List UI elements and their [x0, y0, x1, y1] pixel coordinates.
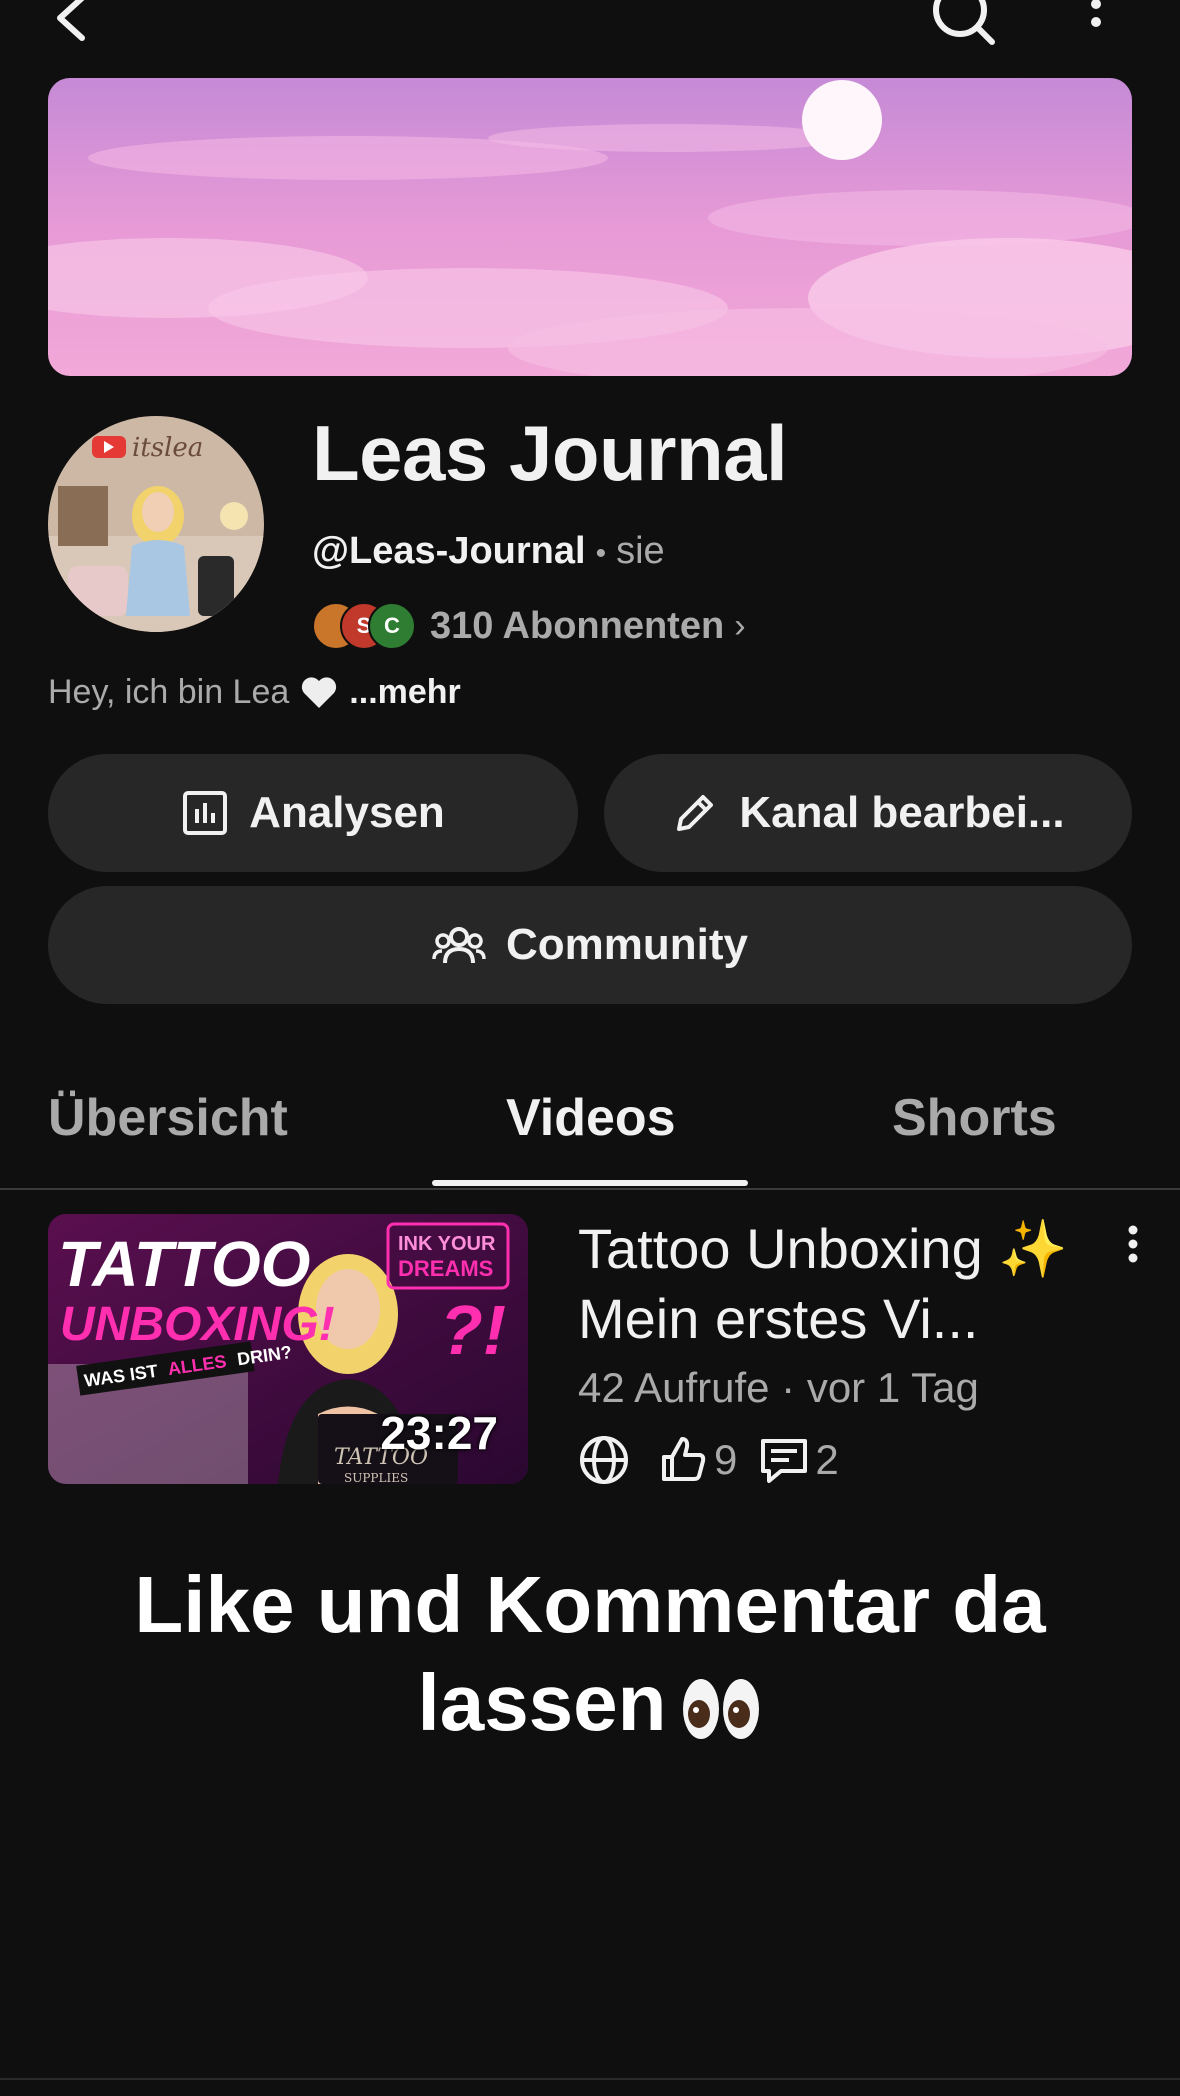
like-count: 9: [714, 1436, 738, 1483]
comment-stat: 2: [759, 1435, 839, 1485]
people-icon: [432, 927, 486, 964]
like-stat: 9: [658, 1435, 737, 1485]
video-stats: 9 2: [578, 1432, 861, 1488]
channel-handle: @Leas-Journal: [312, 530, 586, 572]
tab-videos[interactable]: Videos: [506, 1088, 676, 1148]
caption-line-2: lassen: [417, 1658, 667, 1747]
video-duration: 23:27: [380, 1407, 498, 1459]
video-views: 42 Aufrufe: [578, 1364, 770, 1411]
video-more-icon[interactable]: [1118, 1222, 1148, 1272]
active-tab-indicator: [432, 1180, 748, 1186]
community-button[interactable]: Community: [48, 886, 1132, 1004]
pencil-icon: [677, 795, 714, 831]
video-meta: 42 Aufrufe · vor 1 Tag: [578, 1364, 979, 1412]
bar-chart-icon: [183, 791, 228, 835]
analytics-button[interactable]: Analysen: [48, 754, 578, 872]
subscriber-avatars: S C: [312, 600, 422, 652]
caption-line-1: Like und Kommentar da: [134, 1560, 1046, 1649]
channel-name: Leas Journal: [312, 409, 788, 497]
white-heart-icon: [302, 677, 337, 708]
thumbnail-box-2: SUPPLIES: [344, 1471, 408, 1484]
community-button-label: Community: [506, 920, 748, 969]
thumbnail-badge-2: DREAMS: [398, 1256, 493, 1281]
channel-bio[interactable]: Hey, ich bin Lea ...mehr: [48, 672, 461, 712]
channel-tabs: Übersicht Videos Shorts: [0, 1070, 1180, 1190]
meta-separator: ·: [781, 1364, 796, 1411]
video-thumbnail[interactable]: TATTOO UNBOXING! WAS IST ALLES DRIN? INK…: [48, 1214, 528, 1484]
edit-channel-button[interactable]: Kanal bearbei...: [604, 754, 1132, 872]
separator-dot: •: [595, 537, 607, 570]
comment-count: 2: [815, 1436, 839, 1483]
thumbs-up-icon: [662, 1437, 706, 1481]
subscriber-row[interactable]: S C 310 Abonnenten ›: [312, 600, 746, 652]
tab-overview[interactable]: Übersicht: [48, 1088, 288, 1148]
chevron-left-icon[interactable]: [48, 0, 94, 44]
subscriber-count: 310 Abonnenten: [430, 604, 725, 647]
video-list-item[interactable]: TATTOO UNBOXING! WAS IST ALLES DRIN? INK…: [48, 1214, 1138, 1488]
globe-icon: [580, 1436, 628, 1484]
thumbnail-headline-2: UNBOXING!: [60, 1298, 335, 1351]
bio-more-link[interactable]: ...mehr: [349, 673, 460, 712]
video-age: vor 1 Tag: [806, 1364, 979, 1411]
bio-text: Hey, ich bin Lea: [48, 672, 290, 711]
channel-pronouns: sie: [616, 530, 665, 572]
thumbnail-marks: ?!: [440, 1291, 506, 1369]
channel-handle-row: @Leas-Journal • sie: [312, 530, 665, 573]
bottom-divider: [0, 2078, 1180, 2080]
edit-channel-button-label: Kanal bearbei...: [739, 788, 1065, 837]
subscriber-avatar: C: [368, 602, 416, 650]
chevron-right-icon: ›: [734, 606, 746, 645]
comment-icon: [761, 1439, 808, 1483]
top-bar: [0, 0, 1180, 70]
thumbnail-headline-1: TATTOO: [58, 1228, 310, 1300]
thumbnail-badge-1: INK YOUR: [398, 1233, 496, 1255]
caption-line-2-row: lassen: [0, 1654, 1180, 1752]
search-icon[interactable]: [928, 0, 998, 46]
avatar-logo-text: itslea: [132, 433, 203, 463]
overlay-caption: Like und Kommentar da lassen: [0, 1556, 1180, 1752]
channel-avatar[interactable]: itslea: [48, 416, 264, 632]
more-vertical-icon[interactable]: [1080, 0, 1112, 44]
visibility-status: [578, 1434, 636, 1486]
channel-banner: [48, 78, 1132, 376]
video-title[interactable]: Tattoo Unboxing ✨ Mein erstes Vi...: [578, 1214, 1098, 1354]
eyes-icon: [682, 1678, 759, 1739]
analytics-button-label: Analysen: [249, 788, 445, 837]
tab-shorts[interactable]: Shorts: [892, 1088, 1057, 1148]
